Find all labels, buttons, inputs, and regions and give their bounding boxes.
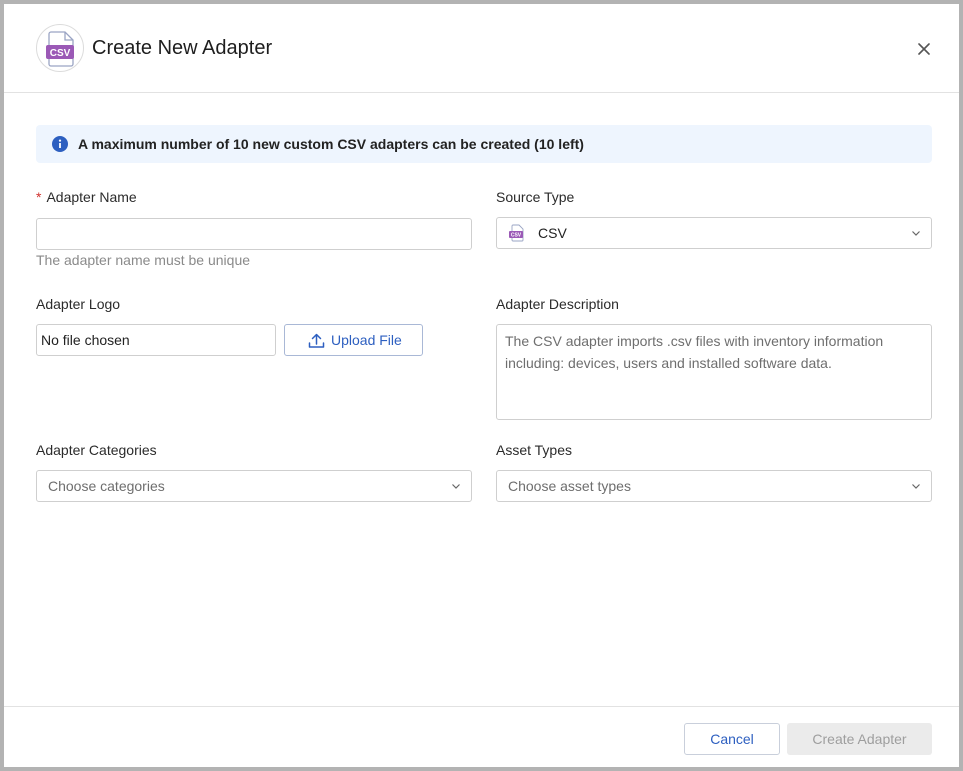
adapter-categories-select[interactable]: Choose categories — [36, 470, 472, 502]
csv-file-icon: CSV — [46, 31, 74, 67]
asset-types-label: Asset Types — [496, 442, 573, 458]
info-banner-text: A maximum number of 10 new custom CSV ad… — [78, 136, 584, 152]
close-icon — [918, 43, 930, 55]
adapter-categories-label: Adapter Categories — [36, 442, 157, 458]
chevron-down-icon — [912, 231, 920, 236]
csv-badge-text: CSV — [50, 48, 71, 59]
adapter-description-label: Adapter Description — [496, 296, 619, 312]
upload-file-button[interactable]: Upload File — [284, 324, 423, 356]
asset-types-placeholder: Choose asset types — [508, 478, 631, 494]
close-button[interactable] — [912, 37, 936, 61]
asset-types-select[interactable]: Choose asset types — [496, 470, 932, 502]
upload-icon — [308, 333, 325, 348]
dialog-footer: Cancel Create Adapter — [4, 706, 959, 767]
required-mark: * — [36, 189, 42, 205]
adapter-categories-placeholder: Choose categories — [48, 478, 165, 494]
adapter-name-label: * Adapter Name — [36, 188, 137, 206]
header-logo: CSV — [36, 24, 84, 72]
file-chosen-display: No file chosen — [36, 324, 276, 356]
csv-file-icon: CSV — [509, 224, 524, 242]
adapter-logo-label: Adapter Logo — [36, 296, 121, 312]
adapter-name-label-text: Adapter Name — [46, 189, 137, 205]
adapter-description-textarea[interactable]: The CSV adapter imports .csv files with … — [496, 324, 932, 420]
create-adapter-dialog: CSV Create New Adapter A maximum number … — [4, 4, 959, 767]
cancel-button[interactable]: Cancel — [684, 723, 780, 755]
adapter-name-input[interactable] — [36, 218, 472, 250]
chevron-down-icon — [912, 484, 920, 489]
dialog-title: Create New Adapter — [92, 37, 273, 59]
create-adapter-button[interactable]: Create Adapter — [787, 723, 932, 755]
file-status-text: No file chosen — [41, 332, 130, 348]
adapter-name-hint: The adapter name must be unique — [36, 252, 251, 268]
source-type-label: Source Type — [496, 189, 575, 205]
dialog-header: CSV Create New Adapter — [4, 4, 959, 93]
upload-file-label: Upload File — [331, 332, 402, 348]
info-banner: A maximum number of 10 new custom CSV ad… — [36, 125, 932, 163]
source-type-value: CSV — [538, 225, 567, 241]
chevron-down-icon — [452, 484, 460, 489]
info-icon — [52, 136, 68, 152]
csv-badge-text: CSV — [511, 232, 522, 238]
source-type-select[interactable]: CSV CSV — [496, 217, 932, 249]
